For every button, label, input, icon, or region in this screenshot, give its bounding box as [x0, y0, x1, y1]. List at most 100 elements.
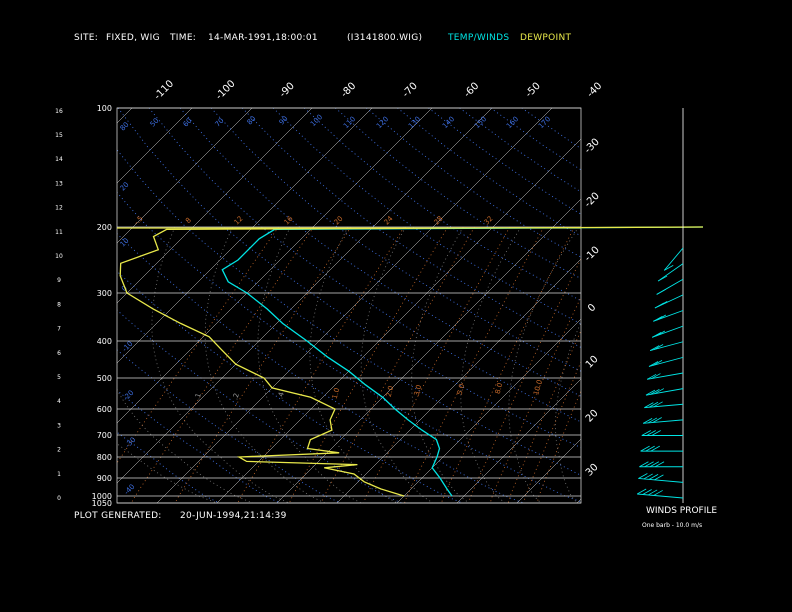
mixing-ratio-label: .4	[276, 391, 286, 400]
wind-barb-flag	[656, 289, 666, 295]
isotherm-label-right: 20	[584, 408, 601, 425]
mixing-ratio-label: 28	[433, 215, 445, 227]
mixing-ratio-line	[363, 226, 511, 503]
dry-adiabat-label: 50	[149, 117, 161, 129]
isotherm-label-top: -80	[339, 81, 358, 100]
height-tick-label: 3	[57, 422, 61, 429]
isotherm-line	[156, 108, 553, 503]
wind-barb-flag	[651, 430, 661, 436]
dry-adiabat	[335, 108, 581, 280]
dry-adiabat	[210, 108, 581, 372]
dry-adiabat-label: -20	[122, 389, 136, 403]
dry-adiabat-label: 170	[537, 115, 552, 130]
pressure-tick-label: 700	[97, 431, 112, 440]
mixing-ratio-label: 1.0	[331, 387, 342, 400]
height-tick-label: 16	[55, 108, 63, 115]
isotherm-label-top: -70	[401, 81, 420, 100]
isotherm-line	[456, 378, 581, 503]
wind-barb-flag	[650, 445, 660, 452]
height-tick-label: 2	[57, 447, 61, 454]
isotherm-line	[516, 438, 581, 503]
dry-adiabat	[117, 233, 524, 503]
mixing-ratio-label: .2	[231, 392, 240, 401]
dewpoint-trace	[119, 226, 704, 497]
height-tick-label: 8	[57, 301, 61, 308]
height-tick-label: 5	[57, 374, 61, 381]
pressure-tick-label: 200	[97, 223, 112, 232]
dry-adiabat-label: 80	[119, 121, 131, 133]
mixing-ratio-label: 20	[333, 215, 345, 227]
plot-frame	[116, 107, 582, 504]
dry-adiabat	[148, 108, 581, 423]
dry-adiabat	[117, 349, 342, 503]
dry-adiabat-label: 130	[407, 115, 422, 130]
isotherm-label-top: -60	[462, 81, 481, 100]
height-tick-label: 1	[57, 471, 61, 478]
moist-adiabat	[411, 226, 470, 503]
pressure-tick-label: 800	[97, 453, 112, 462]
isotherm-label-right: 30	[584, 462, 601, 479]
dry-adiabat-label: 70	[214, 117, 226, 129]
isotherm-label-right: -20	[583, 191, 602, 210]
isotherm-line	[0, 108, 12, 503]
height-tick-label: 7	[57, 326, 61, 333]
mixing-ratio-label: -.5	[132, 214, 144, 226]
wind-barb-flag	[654, 461, 665, 468]
temperature-trace	[221, 226, 704, 497]
mixing-ratio-line	[404, 226, 545, 503]
dry-adiabat	[303, 108, 581, 302]
moist-adiabat	[309, 226, 398, 503]
height-tick-label: 6	[57, 350, 61, 357]
mixing-ratio-line	[468, 257, 581, 503]
moist-adiabat	[117, 226, 254, 503]
dry-adiabat-label: 110	[342, 115, 357, 130]
mixing-ratio-label: 5.0	[456, 383, 467, 396]
mixing-ratio-line	[288, 226, 449, 503]
isotherm-label-top: -40	[585, 81, 604, 100]
dry-adiabat-label: -30	[124, 436, 138, 450]
height-tick-label: 0	[57, 495, 61, 502]
wind-barb-flag	[645, 445, 655, 452]
isotherm-label-top: -90	[278, 81, 297, 100]
dry-adiabat	[490, 108, 581, 171]
height-tick-label: 9	[57, 277, 61, 284]
dry-adiabat	[459, 108, 581, 193]
dry-adiabat-label: 120	[375, 115, 390, 130]
dry-adiabat	[179, 108, 581, 397]
moist-adiabat	[117, 443, 218, 503]
mixing-ratio-label: 10.0	[532, 379, 544, 396]
wind-barb-flag	[658, 301, 668, 307]
dry-adiabat-label: 90	[278, 115, 290, 127]
isotherm-line	[0, 108, 72, 503]
isotherm-label-top: -50	[524, 81, 543, 100]
dry-adiabat	[241, 108, 581, 348]
dry-adiabat	[117, 149, 581, 476]
wind-barb-flag	[639, 461, 649, 468]
isotherm-line	[576, 498, 581, 503]
mixing-ratio-label: 24	[383, 214, 395, 226]
dry-adiabat-label: 160	[505, 115, 520, 130]
mixing-ratio-line	[523, 360, 581, 503]
dry-adiabat	[366, 108, 581, 258]
pressure-tick-label: 1050	[92, 499, 112, 508]
mixing-ratio-line	[507, 329, 581, 503]
skewt-chart: 1002003004005006007008009001000105001234…	[0, 78, 704, 508]
isotherm-label-top: -100	[214, 78, 238, 102]
dry-adiabat-label: -10	[121, 340, 135, 354]
dry-adiabat-label: 10	[119, 237, 131, 249]
wind-barb-flag	[657, 275, 668, 282]
moist-adiabat	[360, 226, 434, 503]
dry-adiabat	[117, 431, 220, 503]
wind-barb-flag	[644, 461, 654, 468]
mixing-ratio-label: 2.0	[385, 385, 396, 398]
mixing-ratio-label: 8	[184, 216, 193, 225]
mixing-ratio-label: 3.0	[413, 384, 424, 397]
isotherm-line	[117, 108, 193, 184]
wind-barb-flag	[640, 445, 650, 452]
isotherm-label-top: -110	[152, 78, 176, 102]
mixing-ratio-label: 12	[233, 215, 245, 227]
height-tick-label: 13	[55, 180, 63, 187]
wind-barb	[663, 247, 684, 271]
isotherm-line	[276, 198, 581, 503]
moist-adiabat	[508, 226, 579, 503]
